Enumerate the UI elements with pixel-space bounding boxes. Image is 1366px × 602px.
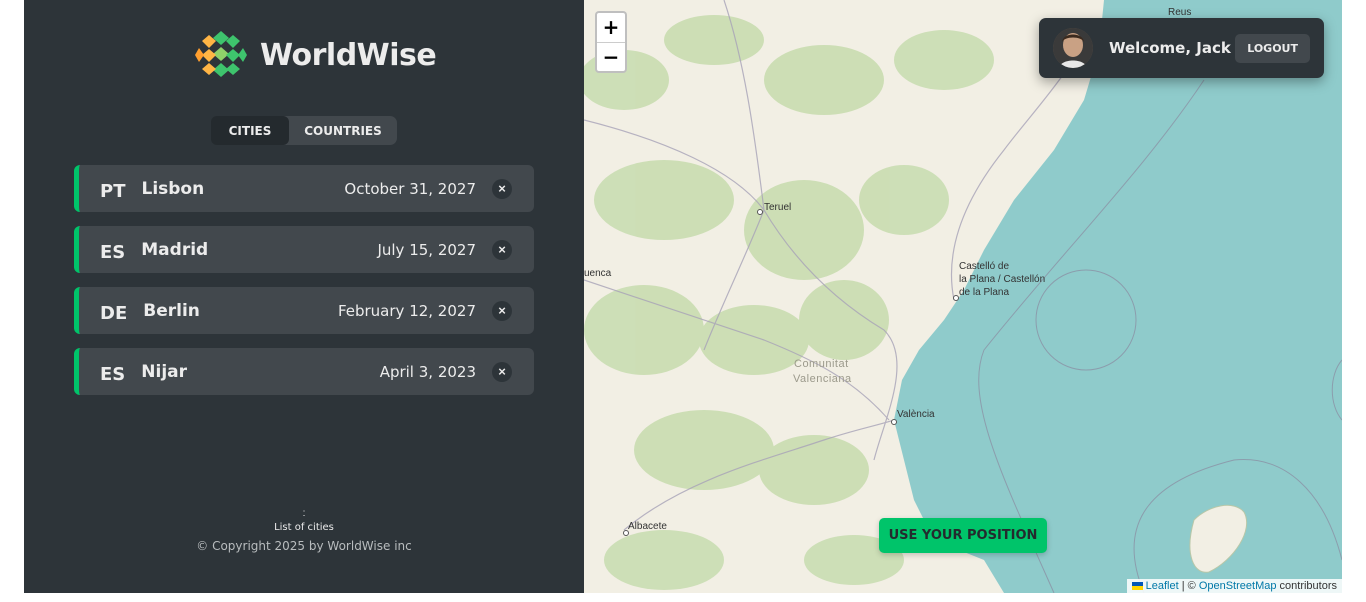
osm-link[interactable]: OpenStreetMap xyxy=(1199,580,1277,592)
logo[interactable]: WorldWise xyxy=(194,28,437,82)
map-label-valencia: València xyxy=(897,409,935,420)
zoom-in-button[interactable]: + xyxy=(597,13,625,42)
city-name: Lisbon xyxy=(141,178,205,199)
city-item[interactable]: ES Nijar April 3, 2023 × xyxy=(74,348,534,395)
zoom-out-button[interactable]: − xyxy=(597,41,625,72)
city-date: April 3, 2023 xyxy=(379,362,476,381)
city-date: February 12, 2027 xyxy=(337,301,476,320)
country-code: ES xyxy=(100,364,126,385)
attribution-contributors: contributors xyxy=(1276,580,1337,592)
delete-city-button[interactable]: × xyxy=(492,178,512,199)
map-label-castello-1: Castelló de xyxy=(959,261,1010,272)
map-label-albacete: Albacete xyxy=(628,521,667,532)
avatar xyxy=(1053,28,1093,68)
sidebar: WorldWise CITIES COUNTRIES PT Lisbon Oct… xyxy=(24,0,584,593)
city-date: October 31, 2027 xyxy=(344,179,476,198)
map-label-valenciana: Valenciana xyxy=(793,373,852,385)
tab-countries[interactable]: COUNTRIES xyxy=(289,116,397,145)
ukraine-flag-icon xyxy=(1131,582,1143,591)
city-item[interactable]: PT Lisbon October 31, 2027 × xyxy=(74,165,534,212)
country-code: DE xyxy=(100,303,128,324)
city-date: July 15, 2027 xyxy=(377,240,476,259)
city-name: Madrid xyxy=(141,239,209,260)
map-label-reus: Reus xyxy=(1168,7,1192,18)
footer-label: List of cities xyxy=(274,522,334,533)
city-name: Nijar xyxy=(141,361,188,382)
delete-city-button[interactable]: × xyxy=(492,300,512,321)
logo-icon xyxy=(195,29,247,81)
map[interactable]: Reus Teruel uenca Castelló de la Plana /… xyxy=(584,0,1342,593)
zoom-control: + − xyxy=(595,11,627,73)
map-label-castello-2: la Plana / Castellón xyxy=(959,274,1046,285)
city-item[interactable]: DE Berlin February 12, 2027 × xyxy=(74,287,534,334)
country-code: ES xyxy=(100,242,126,263)
map-label-teruel: Teruel xyxy=(764,202,792,213)
city-item[interactable]: ES Madrid July 15, 2027 × xyxy=(74,226,534,273)
tab-cities[interactable]: CITIES xyxy=(211,116,289,145)
footer-separator: : xyxy=(302,508,306,519)
city-list: PT Lisbon October 31, 2027 × ES Madrid J… xyxy=(74,165,534,409)
app-name: WorldWise xyxy=(260,37,437,73)
leaflet-link[interactable]: Leaflet xyxy=(1146,580,1179,592)
sidebar-footer: : List of cities © Copyright 2025 by Wor… xyxy=(24,508,584,553)
map-attribution: Leaflet | © OpenStreetMap contributors xyxy=(1126,579,1342,593)
map-label-comunitat: Comunitat xyxy=(794,358,849,370)
delete-city-button[interactable]: × xyxy=(492,239,512,260)
delete-city-button[interactable]: × xyxy=(492,361,512,382)
map-label-castello-3: de la Plana xyxy=(959,287,1010,298)
city-name: Berlin xyxy=(143,300,200,321)
tab-nav: CITIES COUNTRIES xyxy=(211,116,397,145)
map-label-cuenca: uenca xyxy=(584,268,612,279)
logout-button[interactable]: LOGOUT xyxy=(1235,33,1310,63)
welcome-text: Welcome, Jack xyxy=(1109,39,1231,57)
attribution-sep: | © xyxy=(1178,580,1199,592)
country-code: PT xyxy=(100,181,126,202)
use-position-button[interactable]: USE YOUR POSITION xyxy=(879,518,1047,553)
copyright: © Copyright 2025 by WorldWise inc xyxy=(196,539,412,553)
user-card: Welcome, Jack LOGOUT xyxy=(1039,18,1324,78)
app-layout: WorldWise CITIES COUNTRIES PT Lisbon Oct… xyxy=(24,0,1342,593)
